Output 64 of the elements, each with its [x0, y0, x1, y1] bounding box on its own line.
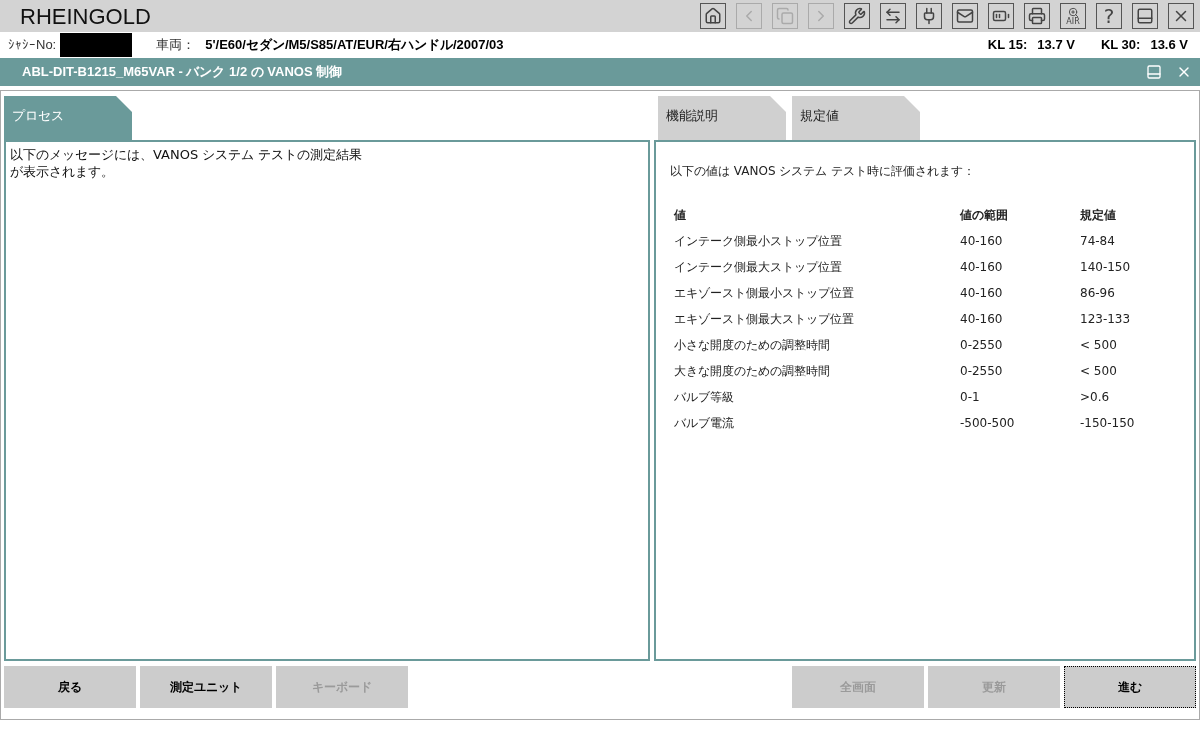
column-header: 値	[670, 202, 960, 228]
toolbar-button[interactable]	[916, 3, 942, 29]
table-cell-text: 86-96	[1080, 285, 1116, 302]
toolbar-button[interactable]	[1024, 3, 1050, 29]
swap-icon	[884, 7, 902, 25]
table-cell: -500-500	[960, 410, 1080, 436]
intro-text: 以下の値は VANOS システム テスト時に評価されます：	[670, 163, 977, 180]
table-cell: バルブ電流	[670, 410, 960, 436]
table-cell: 40-160	[960, 280, 1080, 306]
table-cell: インテーク側最小ストップ位置	[670, 228, 960, 254]
table-cell-text: 123-133	[1080, 311, 1132, 328]
help-button[interactable]: ?	[1096, 3, 1122, 29]
dropdown-panel-icon	[1136, 7, 1154, 25]
toolbar-button[interactable]	[700, 3, 726, 29]
toolbar-button[interactable]	[844, 3, 870, 29]
table-cell-text: 40-160	[960, 311, 1004, 328]
wrench-icon	[848, 7, 866, 25]
table-cell: バルブ等級	[670, 384, 960, 410]
message-line: 以下のメッセージには、VANOS システム テストの測定結果	[10, 146, 364, 163]
vehicle-label: 車両：	[156, 36, 196, 55]
chassis-label: ｼｬｼｰNo:	[8, 36, 57, 55]
home-icon	[704, 7, 722, 25]
vehicle-value: 5'/E60/セダン/M5/S85/AT/EUR/右ハンドル/2007/03	[205, 36, 504, 55]
column-header: 値の範囲	[960, 202, 1080, 228]
table-cell: インテーク側最大ストップ位置	[670, 254, 960, 280]
app-title: RHEINGOLD	[20, 2, 151, 31]
table-cell-text: >0.6	[1080, 389, 1111, 406]
table-cell-text: 40-160	[960, 259, 1004, 276]
kl30-value: 13.6 V	[1150, 36, 1188, 55]
table-cell: 40-160	[960, 228, 1080, 254]
table-cell-text: 0-2550	[960, 363, 1004, 380]
tab[interactable]: 規定値	[792, 96, 920, 140]
toolbar-button[interactable]	[952, 3, 978, 29]
toolbar-button[interactable]	[988, 3, 1014, 29]
toolbar-button[interactable]	[880, 3, 906, 29]
kl15-label: KL 15:	[987, 36, 1028, 55]
kl30-label: KL 30:	[1100, 36, 1141, 55]
table-cell-text: < 500	[1080, 337, 1118, 354]
mail-icon	[956, 7, 974, 25]
table-cell-text: < 500	[1080, 363, 1118, 380]
kl15-value: 13.7 V	[1037, 36, 1075, 55]
table-cell-text: 74-84	[1080, 233, 1116, 250]
tab[interactable]: 機能説明	[658, 96, 786, 140]
table-cell-text: 0-2550	[960, 337, 1004, 354]
collapse-icon[interactable]	[1146, 64, 1162, 80]
footer-button[interactable]: 戻る	[4, 666, 136, 708]
table-cell: エキゾースト側最小ストップ位置	[670, 280, 960, 306]
table-cell-text: 0-1	[960, 389, 981, 406]
printer-icon	[1028, 7, 1046, 25]
table-cell: 小さな開度のための調整時間	[670, 332, 960, 358]
message-line: が表示されます。	[10, 163, 115, 180]
table-cell: 大きな開度のための調整時間	[670, 358, 960, 384]
close-button[interactable]	[1168, 3, 1194, 29]
window-title: ABL-DIT-B1215_M65VAR - バンク 1/2 の VANOS 制御	[22, 63, 343, 82]
zoom-icon	[1067, 6, 1079, 18]
table-cell: エキゾースト側最大ストップ位置	[670, 306, 960, 332]
copy-icon	[776, 7, 794, 25]
column-header: 規定値	[1080, 207, 1117, 224]
footer-button[interactable]: 測定ユニット	[140, 666, 272, 708]
toolbar-button[interactable]	[1132, 3, 1158, 29]
footer-button[interactable]: 進む	[1064, 666, 1196, 708]
table-cell-text: 140-150	[1080, 259, 1132, 276]
toolbar-button[interactable]: AIR	[1060, 3, 1086, 29]
table-cell-text: -150-150	[1080, 415, 1136, 432]
